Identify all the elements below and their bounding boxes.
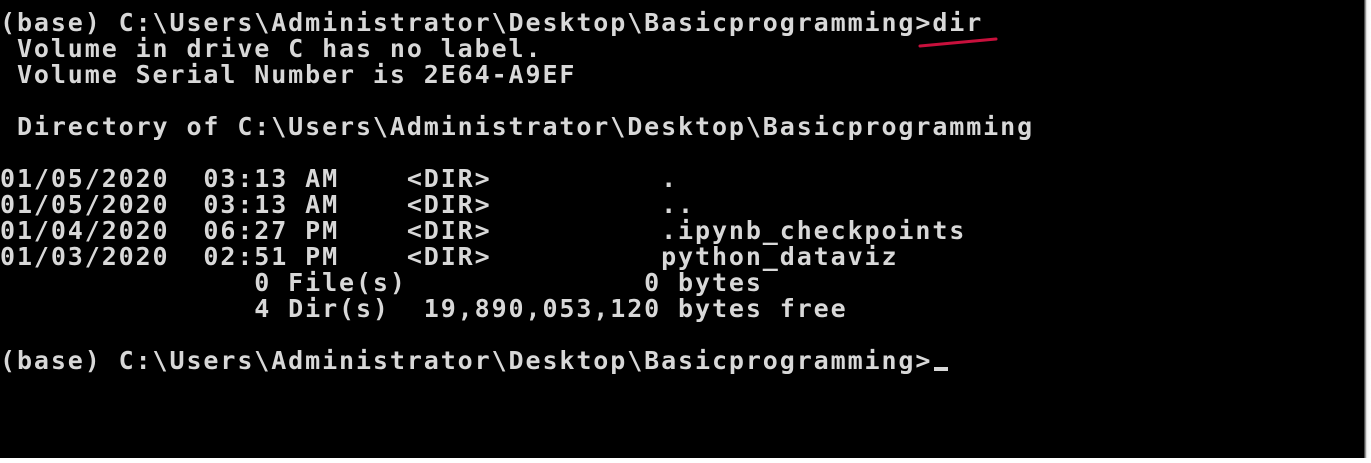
volume-serial-line: Volume Serial Number is 2E64-A9EF (0, 60, 577, 89)
underline-annotation (918, 37, 998, 48)
terminal-window[interactable]: (base) C:\Users\Administrator\Desktop\Ba… (0, 0, 1364, 458)
file-count-summary: 0 File(s) 0 bytes (0, 268, 763, 297)
dir-entry-current: 01/05/2020 03:13 AM <DIR> . (0, 164, 679, 193)
prompt-line[interactable]: (base) C:\Users\Administrator\Desktop\Ba… (0, 346, 949, 375)
dir-entry-parent: 01/05/2020 03:13 AM <DIR> .. (0, 190, 696, 219)
window-bottom-edge (0, 458, 1371, 463)
underline-stroke (918, 37, 998, 48)
volume-label-line: Volume in drive C has no label. (0, 34, 543, 63)
text-cursor (934, 367, 949, 371)
dir-count-summary: 4 Dir(s) 19,890,053,120 bytes free (0, 294, 848, 323)
prompt-text: (base) C:\Users\Administrator\Desktop\Ba… (0, 346, 933, 375)
directory-header-line: Directory of C:\Users\Administrator\Desk… (0, 112, 1035, 141)
dir-entry-checkpoints: 01/04/2020 06:27 PM <DIR> .ipynb_checkpo… (0, 216, 967, 245)
command-line-dir: (base) C:\Users\Administrator\Desktop\Ba… (0, 8, 984, 37)
window-right-edge (1364, 0, 1371, 463)
dir-entry-python-dataviz: 01/03/2020 02:51 PM <DIR> python_dataviz (0, 242, 899, 271)
